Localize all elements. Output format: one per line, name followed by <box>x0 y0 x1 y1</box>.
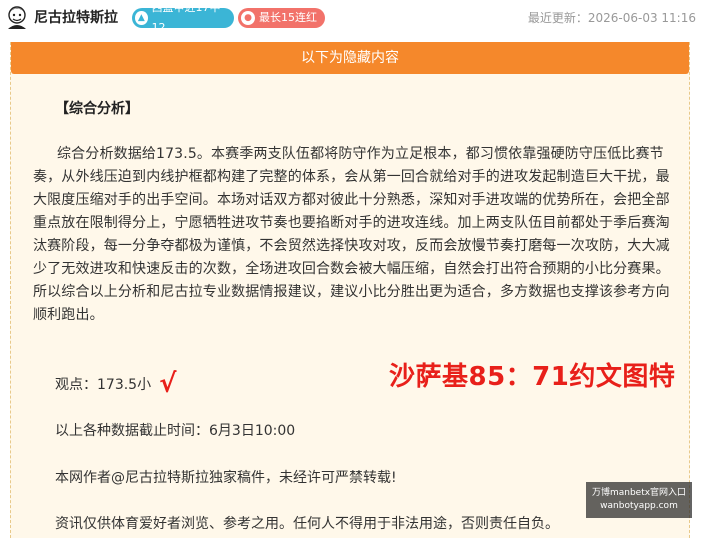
copyright-notice: 本网作者@尼古拉特斯拉独家稿件，未经许可严禁转载! <box>55 470 397 486</box>
data-cutoff-text: 以上各种数据截止时间：6月3日10:00 <box>55 423 296 439</box>
hidden-content-card: 以下为隐藏内容 【综合分析】 综合分析数据给173.5。本赛季两支队伍都将防守作… <box>10 42 690 538</box>
prediction-overlay: 沙萨基85：71约文图特 <box>389 362 676 392</box>
author-avatar-icon[interactable] <box>6 5 28 29</box>
streak-badge: ● 最长15连红 <box>238 8 325 28</box>
view-label: 观点：173.5小 <box>55 377 152 393</box>
record-badge: ▲ 西篮甲近17中12 <box>132 1 234 34</box>
analysis-text: 综合分析数据给173.5。本赛季两支队伍都将防守作为立足根本，都习惯依靠强硬防守… <box>33 146 670 323</box>
check-mark-icon: √ <box>159 369 177 399</box>
update-time: 最近更新：2026-06-03 11:16 <box>527 11 696 25</box>
flame-icon: ● <box>241 11 255 25</box>
hidden-content-bar: 以下为隐藏内容 <box>11 42 689 74</box>
trend-icon: ▲ <box>135 11 148 25</box>
post-header: 尼古拉特斯拉 ▲ 西篮甲近17中12 ● 最长15连红 最近更新：2026-06… <box>0 0 702 36</box>
watermark-line-1: 万博manbetx官网入口 <box>591 488 687 498</box>
site-watermark: 万博manbetx官网入口 wanbotyapp.com <box>586 482 692 518</box>
streak-badge-label: 最长15连红 <box>259 11 317 24</box>
disclaimer-text: 资讯仅供体育爱好者浏览、参考之用。任何人不得用于非法用途，否则责任自负。 <box>55 516 559 532</box>
record-badge-label: 西篮甲近17中12 <box>151 1 221 34</box>
author-name[interactable]: 尼古拉特斯拉 <box>34 9 118 27</box>
section-title: 【综合分析】 <box>55 101 139 117</box>
view-line: 观点：173.5小 √ <box>55 369 177 399</box>
watermark-line-2: wanbotyapp.com <box>600 501 678 511</box>
